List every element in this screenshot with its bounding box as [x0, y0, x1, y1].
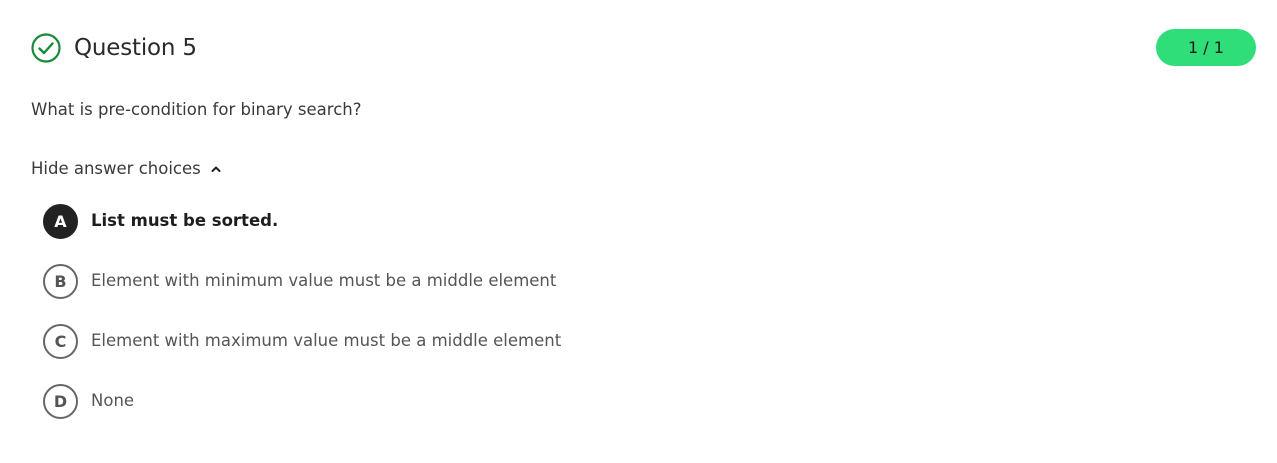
answer-choice-b[interactable]: B Element with minimum value must be a m… [43, 263, 557, 299]
choice-letter-badge: B [43, 263, 78, 299]
question-header: Question 5 [31, 33, 197, 63]
question-prompt: What is pre-condition for binary search? [31, 100, 362, 119]
chevron-up-icon [210, 163, 222, 175]
answer-choice-a[interactable]: A List must be sorted. [43, 203, 279, 239]
choice-text: Element with maximum value must be a mid… [91, 331, 562, 350]
choice-text: None [91, 391, 135, 410]
choice-text: Element with minimum value must be a mid… [91, 271, 557, 290]
toggle-label: Hide answer choices [31, 159, 201, 178]
choice-letter-badge: D [43, 383, 78, 419]
choice-letter-badge: A [43, 203, 78, 239]
check-circle-icon [31, 33, 61, 63]
score-badge[interactable]: 1 / 1 [1156, 29, 1256, 66]
answer-choice-c[interactable]: C Element with maximum value must be a m… [43, 323, 562, 359]
choice-text: List must be sorted. [91, 211, 279, 230]
hide-answer-choices-toggle[interactable]: Hide answer choices [31, 158, 222, 180]
answer-choice-d[interactable]: D None [43, 383, 135, 419]
choice-letter-badge: C [43, 323, 78, 359]
question-title: Question 5 [74, 35, 197, 61]
